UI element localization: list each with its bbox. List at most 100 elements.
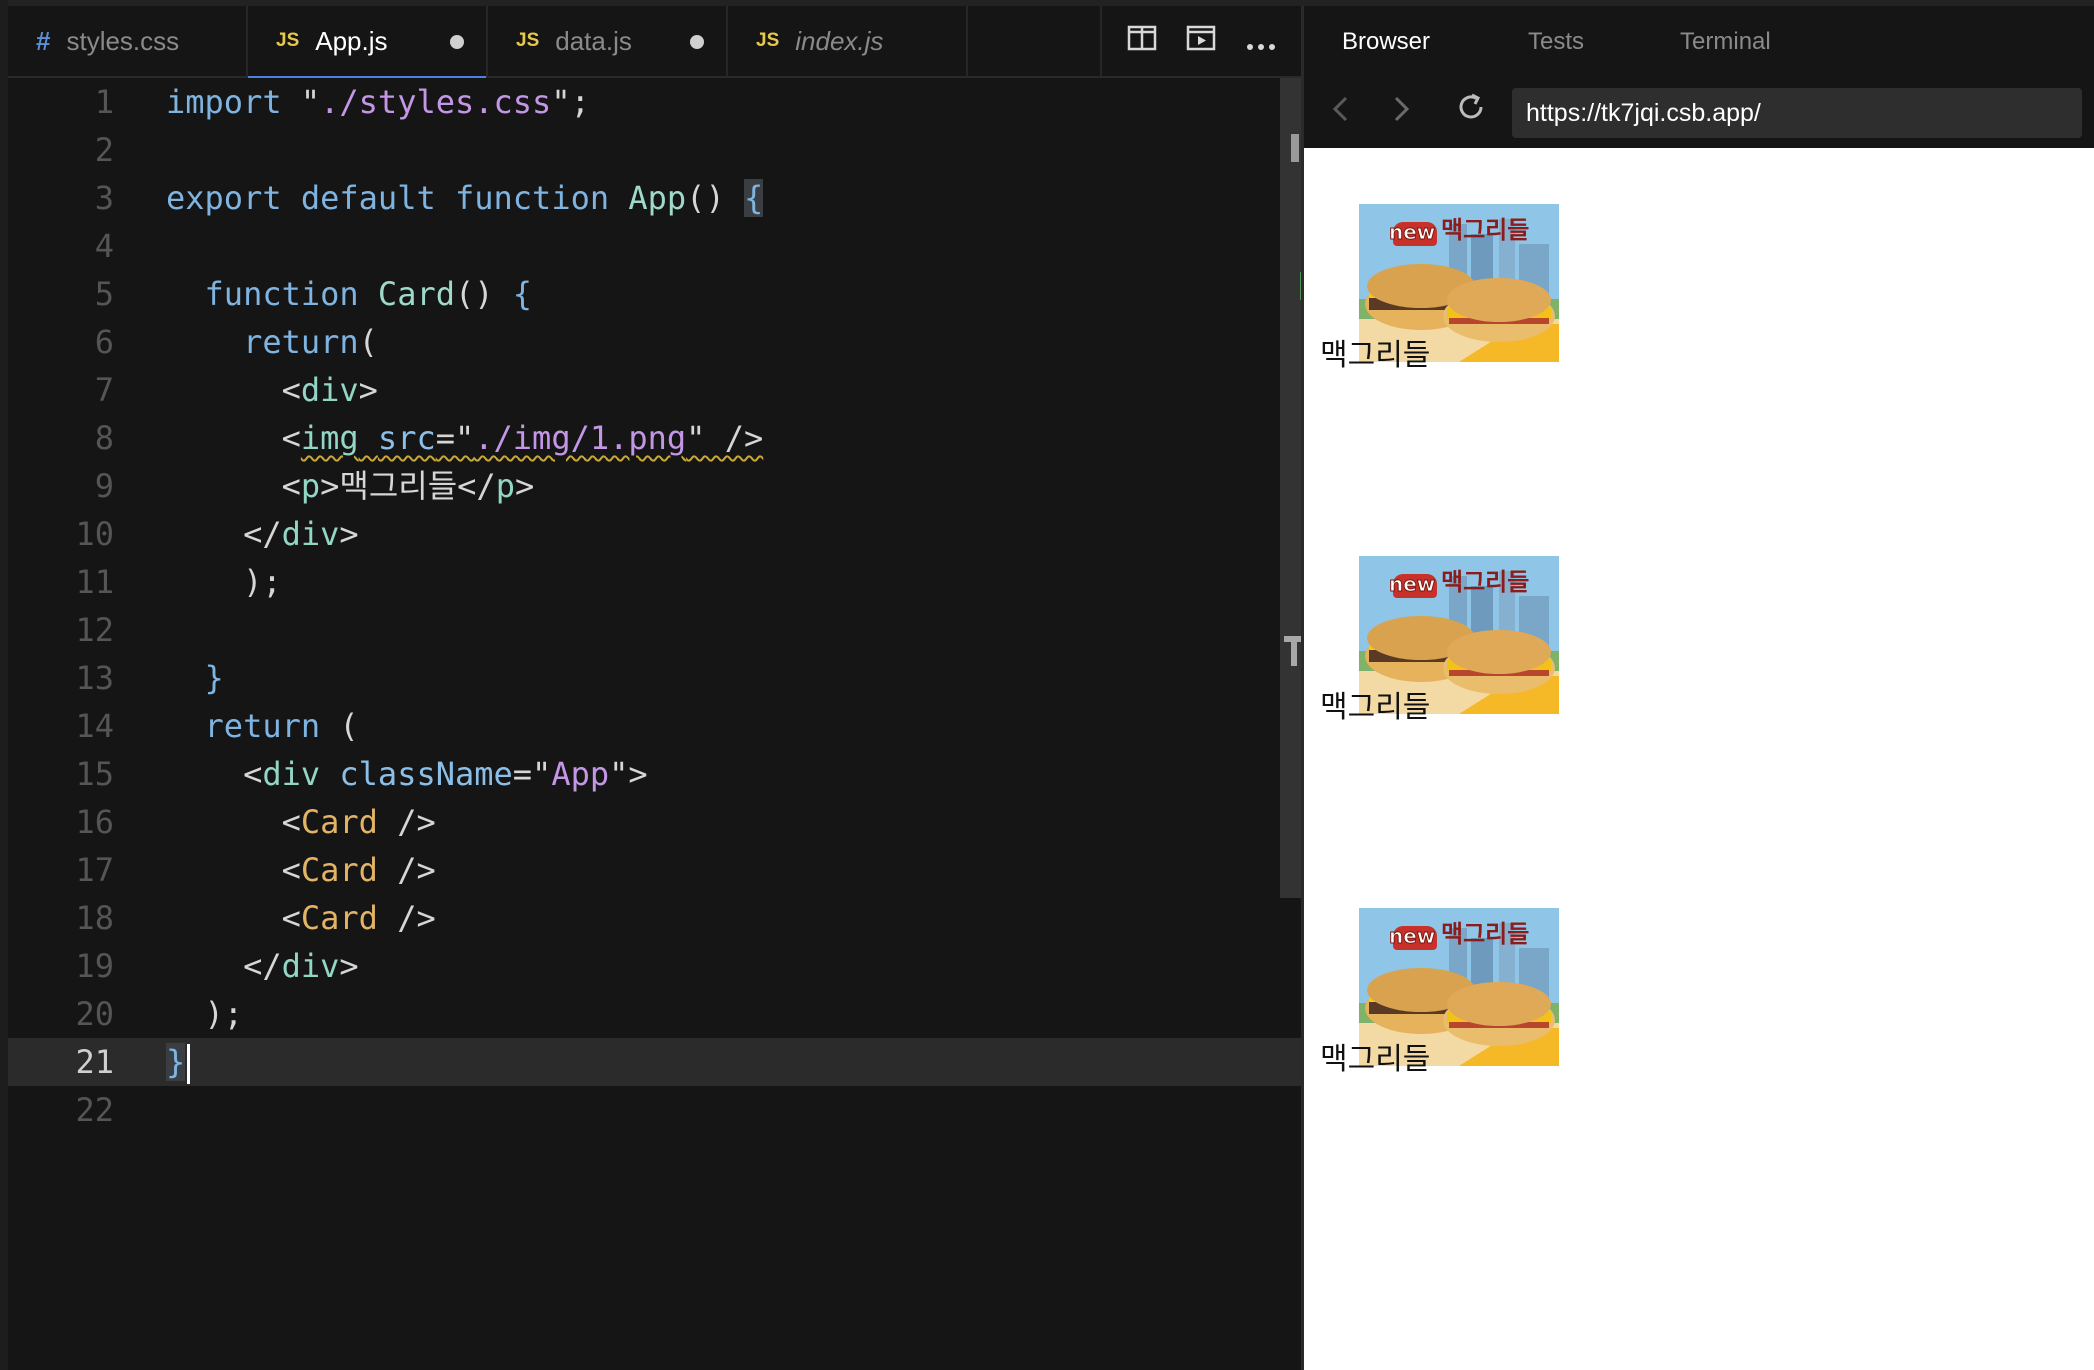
punctuation: ";: [551, 83, 590, 121]
line-number: 3: [94, 179, 114, 217]
tab-label: data.js: [555, 25, 632, 56]
tab-browser[interactable]: Browser: [1342, 28, 1430, 56]
line-number: 7: [94, 371, 114, 409]
code-text: <Card />: [166, 846, 436, 894]
activity-strip: [0, 0, 8, 1370]
punctuation: <: [166, 803, 301, 841]
tab-index-js[interactable]: JS index.js: [728, 6, 968, 76]
code-text: }: [166, 1038, 191, 1086]
card-text: 맥그리들: [1320, 1042, 1431, 1077]
line-number: 4: [94, 227, 114, 265]
punctuation: (: [358, 323, 378, 361]
matched-brace: {: [743, 179, 764, 217]
punctuation: );: [166, 995, 244, 1033]
code-text: );: [166, 558, 282, 606]
js-file-icon: JS: [516, 30, 540, 51]
line-number: 17: [75, 851, 114, 889]
code-editor[interactable]: 1 import "./styles.css"; 2 3 export defaul…: [8, 78, 1308, 1370]
punctuation: =": [435, 419, 475, 457]
reload-icon[interactable]: [1454, 90, 1488, 132]
code-line: 18 <Card />: [8, 894, 1301, 942]
code-text: );: [166, 990, 244, 1038]
punctuation: >: [358, 371, 378, 409]
code-line: 9 <p>맥그리들</p>: [8, 462, 1301, 510]
line-number: 22: [75, 1091, 114, 1129]
unsaved-dot-icon[interactable]: [450, 35, 464, 49]
line-number: 9: [94, 467, 114, 505]
image-title: 맥그리들: [1441, 568, 1530, 596]
line-number: 19: [75, 947, 114, 985]
image-badge-text: new: [1388, 220, 1436, 245]
js-file-icon: JS: [756, 30, 780, 51]
matched-brace: }: [166, 1043, 186, 1081]
js-file-icon: JS: [276, 30, 300, 51]
tab-styles-css[interactable]: # styles.css: [8, 6, 248, 76]
card-text: 맥그리들: [1320, 338, 1431, 373]
code-line: 22: [8, 1086, 1301, 1134]
jsx-tag: div: [281, 515, 340, 553]
css-file-icon: #: [36, 25, 51, 56]
line-number: 2: [94, 131, 114, 169]
line-number: 5: [94, 275, 114, 313]
line-number: 14: [75, 707, 114, 745]
split-editor-icon[interactable]: [1120, 25, 1164, 58]
punctuation: </: [166, 515, 282, 553]
line-number: 6: [94, 323, 114, 361]
browser-preview: new 맥그리들 맥그리들 new 맥그리들 맥그리들 new 맥그리들 맥그리…: [1304, 148, 2094, 1370]
punctuation: (: [320, 707, 359, 745]
jsx-component: Card: [300, 899, 378, 937]
code-line: 1 import "./styles.css";: [8, 78, 1301, 126]
code-text: <div>: [166, 366, 378, 414]
code-line: 2: [8, 126, 1301, 174]
punctuation: [320, 755, 339, 793]
tab-data-js[interactable]: JS data.js: [488, 6, 728, 76]
back-icon[interactable]: [1330, 92, 1350, 135]
punctuation: =": [512, 755, 552, 793]
punctuation: <: [166, 419, 301, 457]
keyword: return: [166, 323, 359, 361]
tab-tests[interactable]: Tests: [1528, 28, 1584, 56]
forward-icon[interactable]: [1392, 92, 1412, 135]
punctuation: <: [166, 371, 301, 409]
punctuation: <: [166, 755, 263, 793]
code-line: 19 </div>: [8, 942, 1301, 990]
punctuation: <: [166, 851, 301, 889]
image-title: 맥그리들: [1441, 920, 1530, 948]
line-number: 18: [75, 899, 114, 937]
unsaved-dot-icon[interactable]: [690, 35, 704, 49]
punctuation: >: [514, 467, 535, 505]
punctuation: </: [166, 947, 282, 985]
code-text: return(: [166, 318, 378, 366]
code-text: <p>맥그리들</p>: [166, 462, 535, 510]
jsx-tag: p: [495, 467, 515, 505]
jsx-text: >맥그리들</: [320, 467, 496, 505]
punctuation: />: [377, 803, 436, 841]
tab-app-js[interactable]: JS App.js: [248, 6, 488, 78]
more-icon[interactable]: [1239, 25, 1283, 58]
tab-label: index.js: [795, 25, 884, 56]
preview-icon[interactable]: [1179, 25, 1223, 58]
punctuation: (): [686, 179, 744, 217]
code-line: 6 return(: [8, 318, 1301, 366]
code-line: 5 function Card() {: [8, 270, 1301, 318]
code-text: <div className="App">: [166, 750, 648, 798]
code-text: <Card />: [166, 798, 436, 846]
jsx-tag: div: [281, 947, 340, 985]
scroll-thumb[interactable]: [1291, 134, 1299, 162]
keyword: export default function: [166, 179, 610, 217]
address-bar[interactable]: https://tk7jqi.csb.app/: [1512, 88, 2082, 138]
code-line: 8 <img src="./img/1.png" />: [8, 414, 1301, 462]
image-title: 맥그리들: [1441, 216, 1530, 244]
brace: }: [166, 659, 224, 697]
code-line: 13 }: [8, 654, 1301, 702]
code-text: import "./styles.css";: [166, 78, 590, 126]
line-number: 21: [75, 1043, 114, 1081]
code-line: 4: [8, 222, 1301, 270]
jsx-attribute: className: [339, 755, 513, 793]
text-cursor: [187, 1044, 191, 1084]
code-text: </div>: [166, 942, 359, 990]
card-text: 맥그리들: [1320, 690, 1431, 725]
code-text: </div>: [166, 510, 359, 558]
jsx-component: Card: [300, 803, 378, 841]
tab-terminal[interactable]: Terminal: [1680, 28, 1771, 56]
